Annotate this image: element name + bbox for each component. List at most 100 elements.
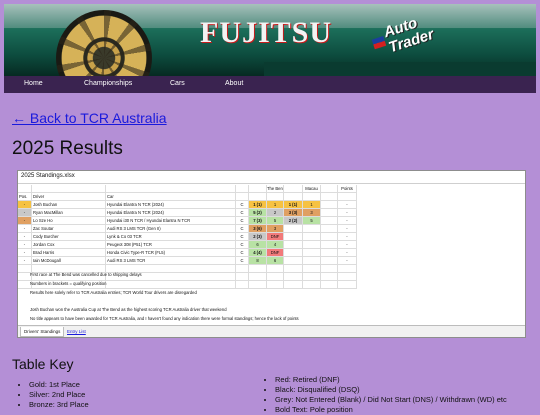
empty-cell[interactable] [267,265,284,273]
header-cell[interactable]: The Bend [267,185,284,193]
result-cell[interactable]: 5 [267,217,284,225]
result-cell[interactable] [303,257,321,265]
driver-cell[interactable]: Zac Soutar [32,225,106,233]
points-cell[interactable]: - [338,201,357,209]
empty-cell[interactable] [303,265,321,273]
result-cell[interactable]: 5 (2) [249,209,267,217]
nav-championships[interactable]: Championships [84,80,132,87]
car-cell[interactable]: Lynk & Co 03 TCR [106,233,236,241]
result-cell[interactable] [284,249,303,257]
empty-cell[interactable] [338,265,357,273]
result-cell[interactable]: 6 [249,241,267,249]
header-cell[interactable] [303,193,321,201]
header-cell[interactable] [267,193,284,201]
header-cell[interactable] [18,185,32,193]
result-cell[interactable]: 4 (4) [249,249,267,257]
empty-cell[interactable] [249,265,267,273]
empty-cell[interactable] [303,281,321,289]
car-cell[interactable]: Hyundai Elantra N TCR (2024) [106,209,236,217]
header-cell[interactable] [32,185,106,193]
result-cell[interactable]: 4 [267,241,284,249]
driver-cell[interactable]: Jordan Cox [32,241,106,249]
driver-cell[interactable]: Ryan MacMillan [32,209,106,217]
result-cell[interactable] [284,233,303,241]
class-cell[interactable]: C [236,217,249,225]
header-cell[interactable] [321,193,338,201]
result-cell[interactable]: 6 [267,257,284,265]
car-cell[interactable]: Honda Civic Type-R TCR (FL5) [106,249,236,257]
empty-cell[interactable] [236,265,249,273]
pos-cell[interactable]: - [18,233,32,241]
header-cell[interactable] [284,185,303,193]
points-cell[interactable]: - [338,225,357,233]
result-cell[interactable] [303,233,321,241]
result-cell[interactable] [303,225,321,233]
empty-cell[interactable] [249,281,267,289]
result-cell[interactable]: 2 [267,209,284,217]
result-cell[interactable] [303,241,321,249]
nav-home[interactable]: Home [24,80,43,87]
empty-cell[interactable] [321,273,338,281]
result-cell[interactable] [321,217,338,225]
driver-cell[interactable]: Iain McDougall [32,257,106,265]
header-cell[interactable] [321,185,338,193]
class-cell[interactable]: C [236,209,249,217]
pos-cell[interactable]: - [18,257,32,265]
result-cell[interactable]: 1 (1) [249,201,267,209]
header-cell[interactable]: Points [338,185,357,193]
car-cell[interactable]: Audi RS 3 LMS TCR [106,257,236,265]
driver-cell[interactable]: Josh Buchan [32,201,106,209]
empty-cell[interactable] [284,265,303,273]
header-cell[interactable] [249,185,267,193]
header-cell[interactable] [236,193,249,201]
empty-cell[interactable] [321,265,338,273]
empty-cell[interactable] [338,273,357,281]
result-cell[interactable] [321,201,338,209]
empty-cell[interactable] [267,273,284,281]
result-cell[interactable]: 8 [249,257,267,265]
empty-cell[interactable] [338,281,357,289]
result-cell[interactable] [321,209,338,217]
empty-cell[interactable] [236,273,249,281]
car-cell[interactable]: Peugeot 308 (P51) TCR [106,241,236,249]
header-cell[interactable] [249,193,267,201]
points-cell[interactable]: - [338,257,357,265]
points-cell[interactable]: - [338,241,357,249]
pos-cell[interactable]: - [18,201,32,209]
result-cell[interactable] [284,241,303,249]
pos-cell[interactable]: - [18,209,32,217]
result-cell[interactable]: 1 [267,201,284,209]
empty-cell[interactable] [236,281,249,289]
result-cell[interactable] [321,233,338,241]
class-cell[interactable]: C [236,225,249,233]
back-link[interactable]: ← Back to TCR Australia [12,110,167,126]
header-cell[interactable] [106,185,236,193]
pos-cell[interactable]: - [18,241,32,249]
driver-cell[interactable]: Cody Burcher [32,233,106,241]
car-cell[interactable]: Hyundai i30 N TCR / Hyundai Elantra N TC… [106,217,236,225]
header-cell[interactable]: Macau [303,185,321,193]
class-cell[interactable]: C [236,257,249,265]
result-cell[interactable]: 3 [303,209,321,217]
result-cell[interactable] [321,241,338,249]
points-cell[interactable]: - [338,233,357,241]
class-cell[interactable]: C [236,233,249,241]
result-cell[interactable]: DNF [267,249,284,257]
result-cell[interactable] [284,225,303,233]
result-cell[interactable]: 1 (1) [284,201,303,209]
result-cell[interactable]: DNF [267,233,284,241]
header-cell[interactable]: Pos. [18,193,32,201]
points-cell[interactable]: - [338,249,357,257]
driver-cell[interactable]: Brad Harris [32,249,106,257]
result-cell[interactable]: 2 (2) [284,217,303,225]
result-cell[interactable]: 3 (6) [249,225,267,233]
header-cell[interactable]: Driver [32,193,106,201]
result-cell[interactable]: 5 [303,217,321,225]
empty-cell[interactable] [106,281,236,289]
nav-about[interactable]: About [225,80,243,87]
embedded-spreadsheet[interactable]: 2025 Standings.xlsx The Bend Macau Points P… [17,170,526,338]
class-cell[interactable]: C [236,249,249,257]
car-cell[interactable]: Hyundai Elantra N TCR (2024) [106,201,236,209]
result-cell[interactable] [321,257,338,265]
driver-cell[interactable]: Lo Sze Ho [32,217,106,225]
